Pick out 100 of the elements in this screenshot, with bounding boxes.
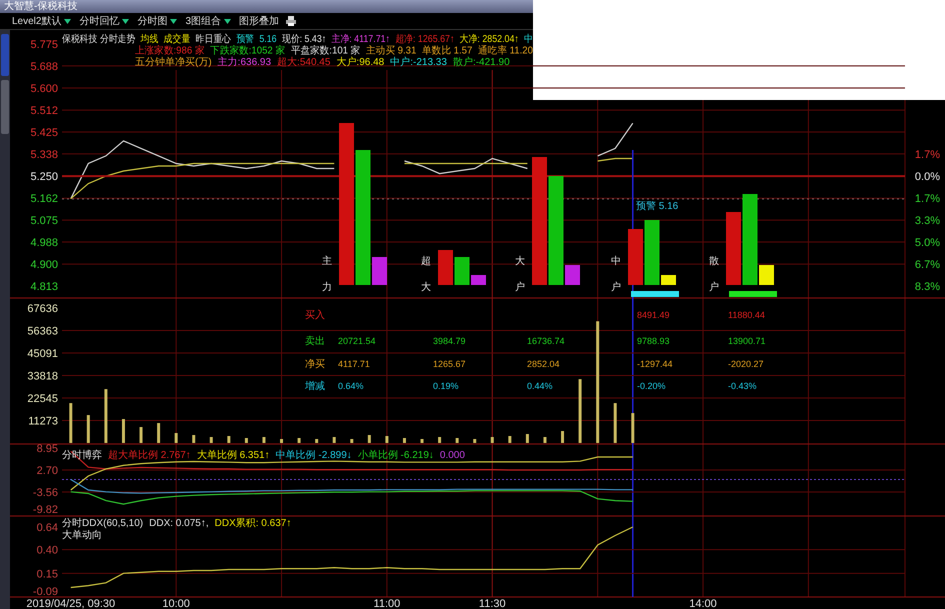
side-tab[interactable] (1, 34, 9, 76)
side-tab[interactable] (1, 80, 9, 134)
change-label: 5.0% (914, 236, 940, 249)
fund-flow-bar (565, 265, 580, 285)
volume-bar (614, 403, 617, 443)
dropdown-button[interactable]: 分时回忆 (77, 14, 132, 28)
fund-flow-bar (372, 257, 387, 285)
printer-icon[interactable] (285, 15, 298, 27)
time-axis-label: 14:00 (689, 598, 717, 609)
dropdown-button[interactable]: Level2默认 (10, 14, 74, 28)
axis-label: 8.95 (36, 443, 58, 455)
axis-label: -0.09 (32, 586, 58, 598)
legend-text: DDX: 0.075↑, (149, 518, 209, 529)
volume-bar (631, 413, 634, 443)
table-row-label: 买入 (305, 310, 325, 321)
group-label: 力 (322, 282, 332, 293)
dropdown-button[interactable]: 分时图 (135, 14, 180, 28)
header-text: 昨日重心 (196, 34, 236, 45)
toolbar-button[interactable]: 图形叠加 (237, 14, 282, 28)
axis-label: 5.162 (30, 193, 58, 206)
table-row-label: 增减 (305, 381, 325, 392)
table-cell: -2020.27 (728, 359, 764, 369)
table-cell: 9788.93 (637, 336, 670, 346)
axis-label: 5.512 (30, 105, 58, 118)
axis-label: 5.250 (30, 171, 58, 184)
header-text: 下跌家数:1052 家 (210, 46, 288, 56)
group-label: 户 (709, 282, 719, 293)
volume-bar (280, 439, 284, 443)
volume-bar (192, 435, 196, 443)
table-cell: 13900.71 (728, 336, 766, 346)
axis-label: 5.075 (30, 215, 58, 228)
volume-bar (368, 435, 371, 443)
header-text: 预警 (236, 34, 256, 45)
group-label: 中 (611, 256, 621, 267)
axis-label: 5.600 (30, 83, 58, 96)
table-cell: 4117.71 (338, 359, 370, 369)
axis-label: 4.988 (30, 236, 58, 249)
fund-flow-bar (661, 275, 676, 285)
axis-label: 67636 (27, 303, 58, 315)
change-label: 1.7% (914, 193, 940, 206)
axis-label: -3.56 (32, 487, 58, 499)
header-text: 5.16 (259, 34, 279, 45)
volume-bar (385, 436, 388, 443)
window-title: 大智慧-保税科技 (4, 0, 78, 12)
axis-label: 4.900 (30, 259, 58, 272)
table-cell: 8491.49 (637, 310, 670, 320)
header-text: 平盘家数:101 家 (290, 46, 364, 56)
fund-flow-bar (454, 257, 470, 285)
dropdown-button[interactable]: 3图组合 (183, 14, 234, 28)
change-label: 3.3% (914, 215, 940, 228)
header-text: 通吃率 11.20 (478, 46, 536, 56)
axis-label: 5.425 (30, 127, 58, 140)
table-cell: -0.20% (637, 381, 666, 391)
axis-label: 33818 (27, 370, 58, 382)
volume-bar (578, 379, 582, 443)
header-text: 中 (524, 34, 534, 45)
table-row-label: 卖出 (305, 336, 325, 347)
table-cell: -0.43% (728, 381, 757, 391)
header-text: 现价: 5.43↑ (282, 34, 332, 45)
axis-label: 4.813 (30, 281, 58, 293)
fund-flow-bar (628, 229, 643, 285)
volume-bar (157, 423, 160, 443)
table-row-label: 净买 (305, 359, 325, 370)
table-cell: 20721.54 (338, 336, 376, 346)
header-text: 中户:-213.33 (390, 57, 447, 68)
volume-bar (473, 439, 476, 443)
header-text: 上涨家数:986 家 (135, 46, 208, 56)
table-cell: 0.19% (433, 381, 459, 391)
group-label: 超 (421, 256, 431, 267)
table-cell: 0.44% (527, 381, 553, 391)
legend-text: 中单比例 -2.899↓ (276, 450, 352, 461)
header-text: 成交量 (164, 34, 194, 45)
group-label: 散 (709, 256, 719, 267)
group-label: 大 (421, 282, 431, 293)
time-axis-label: 11:00 (374, 598, 400, 609)
time-axis-label: 2019/04/25, 09:30 (26, 598, 116, 609)
legend-text: 0.000 (440, 450, 465, 461)
axis-label: 22545 (27, 393, 58, 405)
header-text: 散户:-421.90 (452, 57, 510, 68)
volume-bar (69, 403, 72, 443)
axis-label: 0.40 (36, 544, 58, 557)
legend-text: 大单比例 6.351↑ (196, 450, 270, 461)
table-cell: 16736.74 (527, 336, 565, 346)
time-axis-label: 10:00 (162, 598, 190, 609)
axis-label: 11273 (28, 416, 58, 428)
group-label: 大 (515, 256, 525, 267)
volume-bar (543, 437, 546, 443)
volume-bar (438, 437, 442, 443)
volume-bar (508, 436, 512, 443)
legend-text: 小单比例 -6.219↓ (358, 450, 434, 461)
volume-bar (402, 438, 406, 443)
marker-bar (631, 291, 679, 297)
alert-label: 预警 5.16 (636, 201, 678, 212)
header-text: 五分钟单净买(万) (135, 57, 212, 68)
axis-label: 0.15 (36, 568, 58, 580)
header-text: 大户:96.48 (336, 57, 384, 68)
axis-label: 2.70 (36, 464, 58, 477)
header-text: 主动买 9.31 (366, 46, 418, 56)
table-cell: 0.64% (338, 381, 364, 391)
volume-bar (140, 427, 143, 443)
